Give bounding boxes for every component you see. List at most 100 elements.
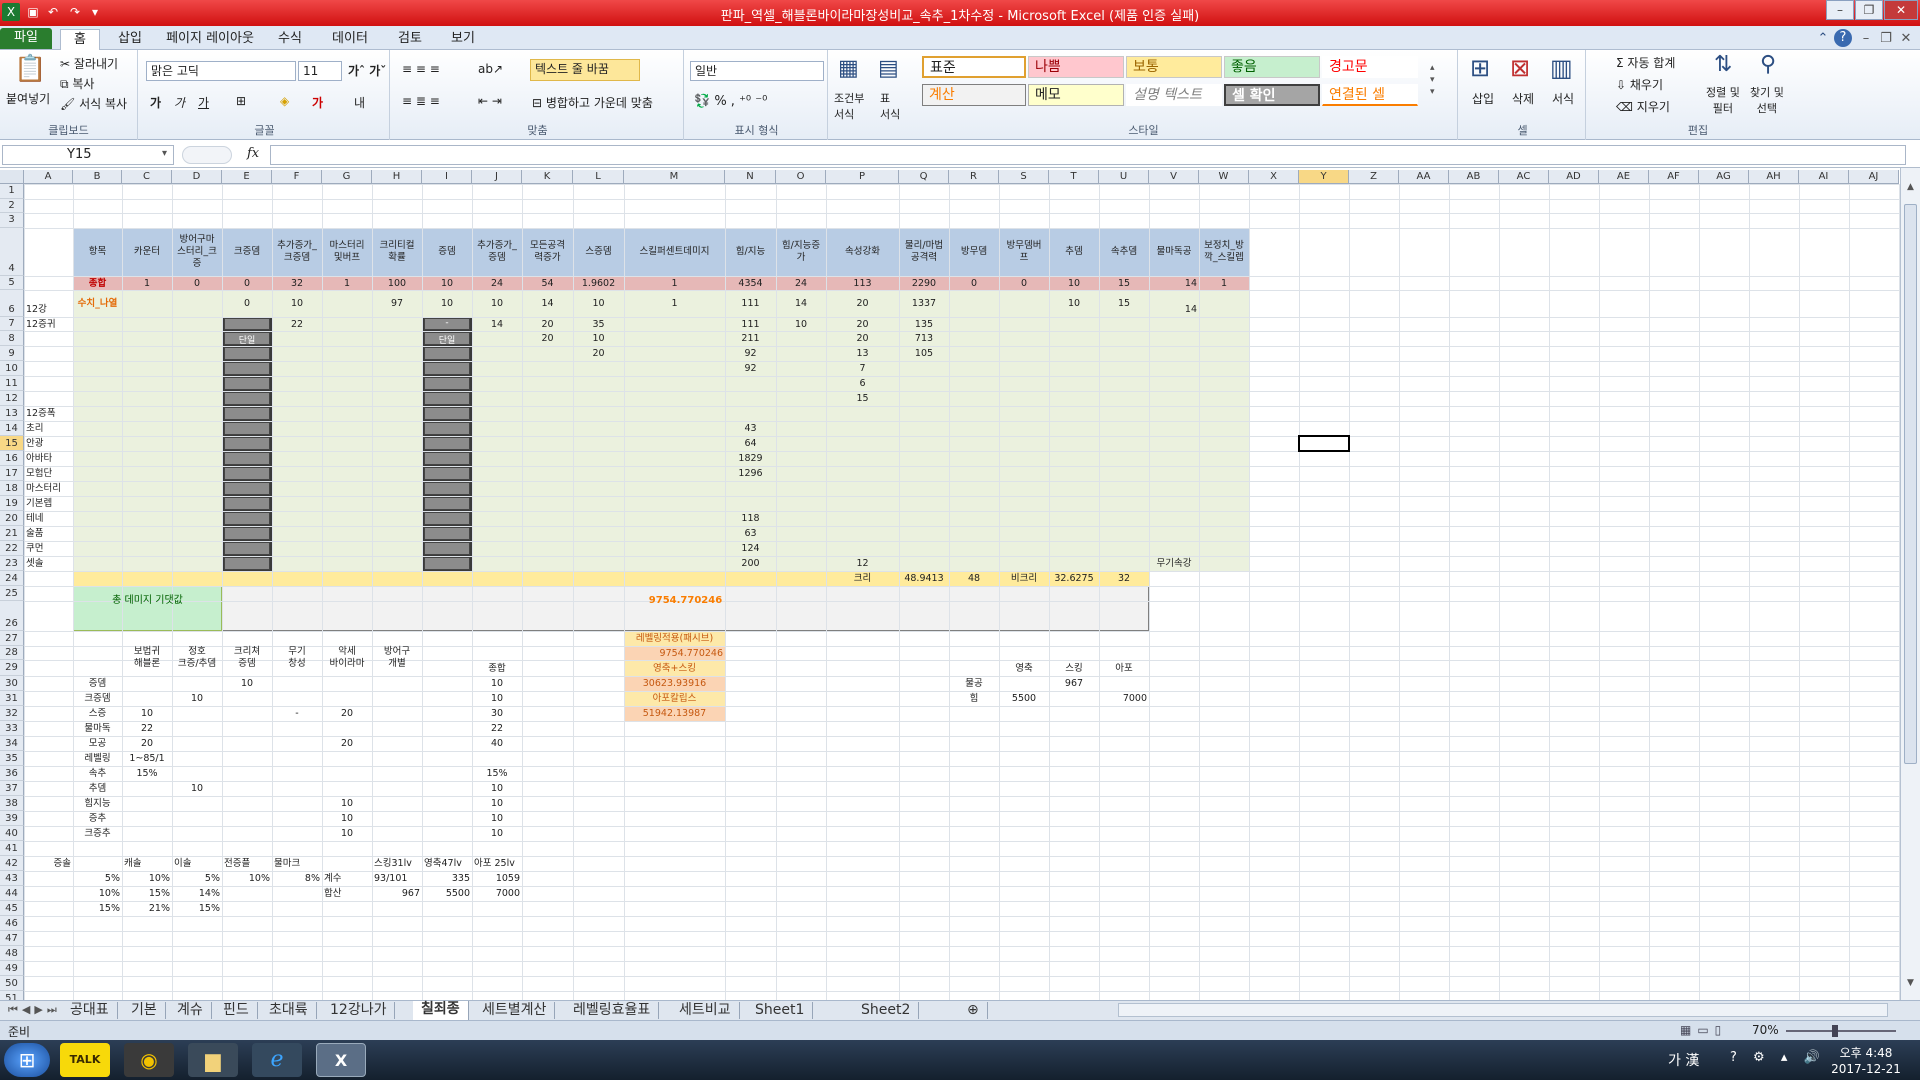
find-select-button[interactable]: 찾기 및 선택 [1750,84,1784,116]
font-name-select[interactable]: 맑은 고딕 [146,61,296,81]
column-header-K[interactable]: K [522,170,573,184]
column-header-Q[interactable]: Q [899,170,949,184]
bold-icon[interactable]: 가 [150,94,161,111]
font-color-icon[interactable]: 가 [312,94,323,111]
font-size-select[interactable]: 11 [298,61,342,81]
ime-indicator[interactable]: 가 漢 [1668,1050,1699,1070]
sheet-nav-icon[interactable]: ⏮◀▶⏭ [8,1003,61,1017]
scroll-thumb[interactable] [1904,204,1917,764]
column-header-AG[interactable]: AG [1699,170,1749,184]
row-header-22[interactable]: 22 [0,541,24,556]
sheet-tab-7[interactable]: 세트별계산 [474,1002,556,1019]
row-header-25[interactable]: 25 [0,586,24,601]
row-header-27[interactable]: 27 [0,631,24,646]
row-header-9[interactable]: 9 [0,346,24,361]
style-note[interactable]: 메모 [1028,84,1124,106]
sheet-tab-6[interactable]: 칠죄종 [413,1001,469,1020]
row-header-1[interactable]: 1 [0,184,24,199]
column-header-E[interactable]: E [222,170,272,184]
italic-icon[interactable]: 가 [174,94,185,111]
conditional-format-button[interactable]: 조건부 서식 [834,90,864,122]
row-header-10[interactable]: 10 [0,361,24,376]
row-header-20[interactable]: 20 [0,511,24,526]
row-header-31[interactable]: 31 [0,691,24,706]
row-header-50[interactable]: 50 [0,976,24,991]
selected-cell[interactable] [1298,435,1350,452]
horizontal-scrollbar[interactable] [1118,1003,1888,1017]
insert-function-icon[interactable]: fx [247,146,259,161]
row-header-14[interactable]: 14 [0,421,24,436]
row-header-51[interactable]: 51 [0,991,24,1000]
sheet-tab-8[interactable]: 레벨링효율표 [565,1002,660,1019]
row-header-32[interactable]: 32 [0,706,24,721]
start-orb-icon[interactable]: ⊞ [4,1043,50,1077]
row-header-5[interactable]: 5 [0,275,24,290]
vertical-scrollbar[interactable]: ▲ ▼ [1900,168,1920,1000]
column-header-T[interactable]: T [1049,170,1099,184]
row-header-17[interactable]: 17 [0,466,24,481]
row-header-40[interactable]: 40 [0,826,24,841]
column-header-W[interactable]: W [1199,170,1249,184]
column-header-M[interactable]: M [624,170,725,184]
row-header-28[interactable]: 28 [0,646,24,660]
row-header-39[interactable]: 39 [0,811,24,826]
copy-button[interactable]: ⧉ 복사 [60,75,94,92]
format-cells-button[interactable]: 서식 [1552,90,1574,107]
row-header-6[interactable]: 6 [0,290,24,317]
orientation-icon[interactable]: ab↗ [478,62,503,76]
style-calculation[interactable]: 계산 [922,84,1026,106]
column-header-H[interactable]: H [372,170,422,184]
row-header-15[interactable]: 15 [0,436,24,451]
view-mode-icon[interactable]: ▦▭▯ [1680,1023,1727,1037]
style-linked-cell[interactable]: 연결된 셀 [1322,84,1418,106]
sheet-tab-4[interactable]: 초대륙 [261,1002,317,1019]
row-header-13[interactable]: 13 [0,406,24,421]
row-header-36[interactable]: 36 [0,766,24,781]
conditional-format-icon[interactable]: ▦ [838,56,859,81]
sheet-tab-1[interactable]: 기본 [123,1002,166,1019]
column-header-X[interactable]: X [1249,170,1299,184]
column-header-I[interactable]: I [422,170,472,184]
format-cells-icon[interactable]: ▥ [1550,54,1573,82]
column-header-AB[interactable]: AB [1449,170,1499,184]
row-header-43[interactable]: 43 [0,871,24,886]
scroll-up-icon[interactable]: ▲ [1904,182,1917,202]
cut-button[interactable]: ✂ 잘라내기 [60,55,118,72]
column-header-J[interactable]: J [472,170,522,184]
style-neutral[interactable]: 보통 [1126,56,1222,78]
column-header-S[interactable]: S [999,170,1049,184]
grow-font-icon[interactable]: 가ˆ 가ˇ [348,62,386,79]
style-warning[interactable]: 경고문 [1322,56,1418,78]
row-header-34[interactable]: 34 [0,736,24,751]
delete-cells-button[interactable]: 삭제 [1512,90,1534,107]
paste-icon[interactable]: 📋 [14,54,46,84]
style-check-cell[interactable]: 셀 확인 [1224,84,1320,106]
row-header-42[interactable]: 42 [0,856,24,871]
sheet-tab-10[interactable]: Sheet1 [747,1002,814,1019]
row-header-37[interactable]: 37 [0,781,24,796]
wb-minimize-icon[interactable]: – [1858,29,1874,50]
row-header-11[interactable]: 11 [0,376,24,391]
column-header-Z[interactable]: Z [1349,170,1399,184]
insert-cells-icon[interactable]: ⊞ [1470,54,1490,82]
format-table-button[interactable]: 표 서식 [880,90,900,122]
scroll-down-icon[interactable]: ▼ [1904,978,1917,994]
row-header-35[interactable]: 35 [0,751,24,766]
sheet-tab-2[interactable]: 계슈 [169,1002,212,1019]
align-top-icon[interactable]: ≡ ≡ ≡ [402,62,440,76]
align-left-icon[interactable]: ≡ ≣ ≡ [402,94,440,108]
autosum-button[interactable]: Σ 자동 합계 [1616,54,1675,71]
wb-restore-icon[interactable]: ❐ [1878,29,1894,50]
maximize-button[interactable]: ❐ [1855,0,1883,20]
tab-home[interactable]: 홈 [60,29,100,50]
currency-icon[interactable]: 💱 % , ⁺⁰ ⁻⁰ [694,94,767,109]
fill-button[interactable]: ⇩ 채우기 [1616,76,1663,93]
column-header-AJ[interactable]: AJ [1849,170,1899,184]
row-header-41[interactable]: 41 [0,841,24,856]
row-header-33[interactable]: 33 [0,721,24,736]
column-header-AF[interactable]: AF [1649,170,1699,184]
column-header-AC[interactable]: AC [1499,170,1549,184]
column-header-AH[interactable]: AH [1749,170,1799,184]
column-header-Y[interactable]: Y [1299,170,1349,184]
row-header-8[interactable]: 8 [0,331,24,346]
